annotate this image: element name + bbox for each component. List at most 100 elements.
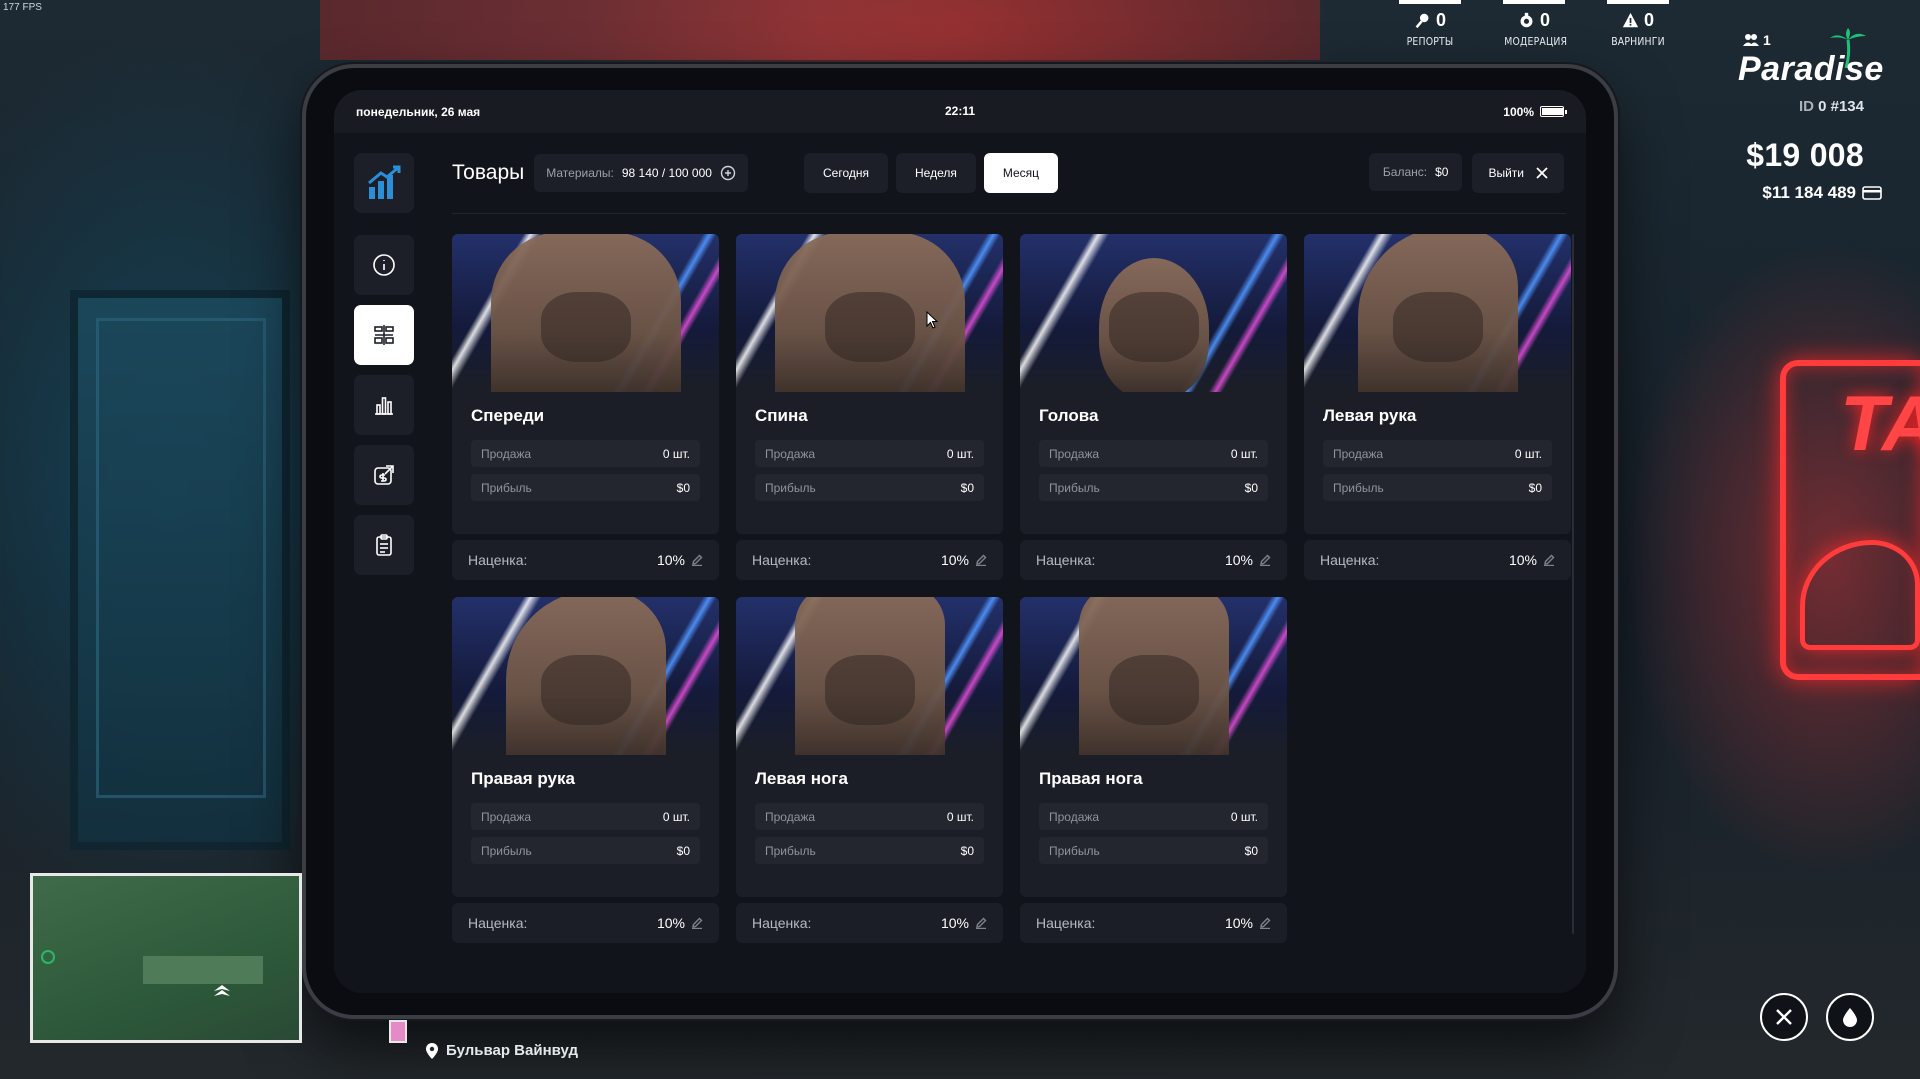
period-week-button[interactable]: Неделя — [896, 153, 976, 193]
sale-row: Продажа 0 шт. — [471, 440, 700, 467]
online-players: 1 — [1743, 30, 1779, 50]
product-image — [1020, 234, 1287, 392]
exit-button[interactable]: Выйти — [1472, 153, 1564, 193]
minimap-indicator — [389, 1020, 407, 1043]
edit-icon[interactable] — [1259, 917, 1271, 929]
edit-icon[interactable] — [975, 554, 987, 566]
edit-icon[interactable] — [975, 917, 987, 929]
product-card-body: Левая рука Продажа 0 шт. Прибыль $0 — [1304, 234, 1571, 534]
product-name: Правая рука — [471, 769, 575, 788]
reports-label: РЕПОРТЫ — [1406, 35, 1454, 48]
exit-label: Выйти — [1488, 166, 1524, 180]
profit-value: $0 — [1244, 480, 1258, 495]
product-grid: Спереди Продажа 0 шт. Прибыль $0 Наценка… — [452, 234, 1572, 943]
sidebar-item-info[interactable] — [354, 235, 414, 295]
edit-icon[interactable] — [1259, 554, 1271, 566]
warning-icon — [1622, 12, 1639, 28]
sale-value: 0 шт. — [1230, 446, 1258, 461]
period-month-button[interactable]: Месяц — [983, 153, 1059, 193]
profit-row: Прибыль $0 — [1039, 837, 1268, 864]
sale-label: Продажа — [1333, 446, 1384, 461]
hud-stat-bar — [1503, 0, 1565, 4]
product-image — [1304, 234, 1571, 392]
profit-value: $0 — [676, 480, 690, 495]
product-card-body: Спина Продажа 0 шт. Прибыль $0 — [736, 234, 1003, 534]
player-id: ID 0 #134 — [1798, 98, 1864, 115]
product-name: Левая рука — [1323, 406, 1417, 425]
balance-value: $0 — [1435, 165, 1449, 179]
product-card-2: Спина Продажа 0 шт. Прибыль $0 Наценка: … — [736, 234, 1003, 580]
water-drop-icon — [1843, 1008, 1857, 1027]
header-divider — [452, 213, 1566, 214]
sale-value: 0 шт. — [1514, 446, 1542, 461]
product-card-7: Правая нога Продажа 0 шт. Прибыль $0 Нац… — [1020, 597, 1287, 943]
markup-label: Наценка: — [1036, 915, 1096, 931]
players-icon — [1743, 34, 1759, 46]
product-image — [452, 597, 719, 755]
location-pin-icon — [426, 1042, 438, 1059]
sale-row: Продажа 0 шт. — [471, 803, 700, 830]
background-neon-letters: TA — [1840, 379, 1920, 467]
product-card-body: Правая рука Продажа 0 шт. Прибыль $0 — [452, 597, 719, 897]
stats-icon — [375, 397, 393, 415]
tablet: понедельник, 26 мая 22:11 100% Товары Ма… — [302, 64, 1618, 1019]
sale-label: Продажа — [1049, 446, 1100, 461]
balance-label: Баланс: — [1382, 165, 1428, 179]
markup-label: Наценка: — [468, 915, 528, 931]
markup-value: 10% — [940, 552, 969, 568]
markup-label: Наценка: — [1036, 552, 1096, 568]
materials-value: 98 140 / 100 000 — [621, 166, 712, 180]
online-count: 1 — [1763, 32, 1771, 48]
tattoo-preview — [824, 292, 915, 362]
page-title: Товары — [452, 161, 525, 184]
sidebar-item-clipboard[interactable] — [354, 515, 414, 575]
sale-row: Продажа 0 шт. — [1039, 440, 1268, 467]
status-time: 22:11 — [944, 104, 976, 118]
product-image — [736, 597, 1003, 755]
profit-label: Прибыль — [1049, 843, 1100, 858]
reports-value: 0 — [1435, 10, 1446, 30]
profit-row: Прибыль $0 — [471, 474, 700, 501]
location-label: Бульвар Вайнвуд — [426, 1042, 578, 1059]
profit-label: Прибыль — [481, 843, 532, 858]
sale-label: Продажа — [481, 446, 532, 461]
markup-value: 10% — [656, 915, 685, 931]
markup-row: Наценка: 10% — [1020, 540, 1287, 580]
food-button[interactable] — [1760, 993, 1808, 1041]
battery: 100% — [1503, 105, 1567, 119]
product-card-body: Левая нога Продажа 0 шт. Прибыль $0 — [736, 597, 1003, 897]
edit-icon[interactable] — [1543, 554, 1555, 566]
product-card-6: Левая нога Продажа 0 шт. Прибыль $0 Наце… — [736, 597, 1003, 943]
add-materials-icon[interactable] — [720, 165, 736, 181]
product-name: Правая нога — [1039, 769, 1143, 788]
bank-balance: $11 184 489 — [1762, 183, 1882, 203]
product-card-body: Правая нога Продажа 0 шт. Прибыль $0 — [1020, 597, 1287, 897]
profit-value: $0 — [676, 843, 690, 858]
markup-value: 10% — [1508, 552, 1537, 568]
minimap-road — [143, 956, 263, 984]
hud-stat-warnings: 0 ВАРНИНГИ — [1603, 0, 1673, 48]
sidebar-item-goods[interactable] — [354, 305, 414, 365]
product-name: Спереди — [471, 406, 545, 425]
sidebar-item-stats[interactable] — [354, 375, 414, 435]
product-card-body: Голова Продажа 0 шт. Прибыль $0 — [1020, 234, 1287, 534]
reports-icon — [1415, 13, 1429, 29]
profit-label: Прибыль — [765, 843, 816, 858]
edit-icon[interactable] — [691, 554, 703, 566]
period-today-button[interactable]: Сегодня — [804, 153, 888, 193]
sale-label: Продажа — [765, 809, 816, 824]
edit-icon[interactable] — [691, 917, 703, 929]
sale-label: Продажа — [1049, 809, 1100, 824]
materials-indicator: Материалы: 98 140 / 100 000 — [534, 154, 748, 192]
sale-row: Продажа 0 шт. — [755, 803, 984, 830]
markup-row: Наценка: 10% — [736, 903, 1003, 943]
profit-label: Прибыль — [1049, 480, 1100, 495]
info-icon — [373, 254, 395, 276]
profit-label: Прибыль — [1333, 480, 1384, 495]
water-button[interactable] — [1826, 993, 1874, 1041]
sidebar — [354, 153, 414, 579]
scrollbar[interactable] — [1572, 234, 1574, 934]
toolbar: Товары Материалы: 98 140 / 100 000 Сегод… — [452, 153, 1564, 193]
profit-label: Прибыль — [481, 480, 532, 495]
sidebar-item-finance[interactable] — [354, 445, 414, 505]
